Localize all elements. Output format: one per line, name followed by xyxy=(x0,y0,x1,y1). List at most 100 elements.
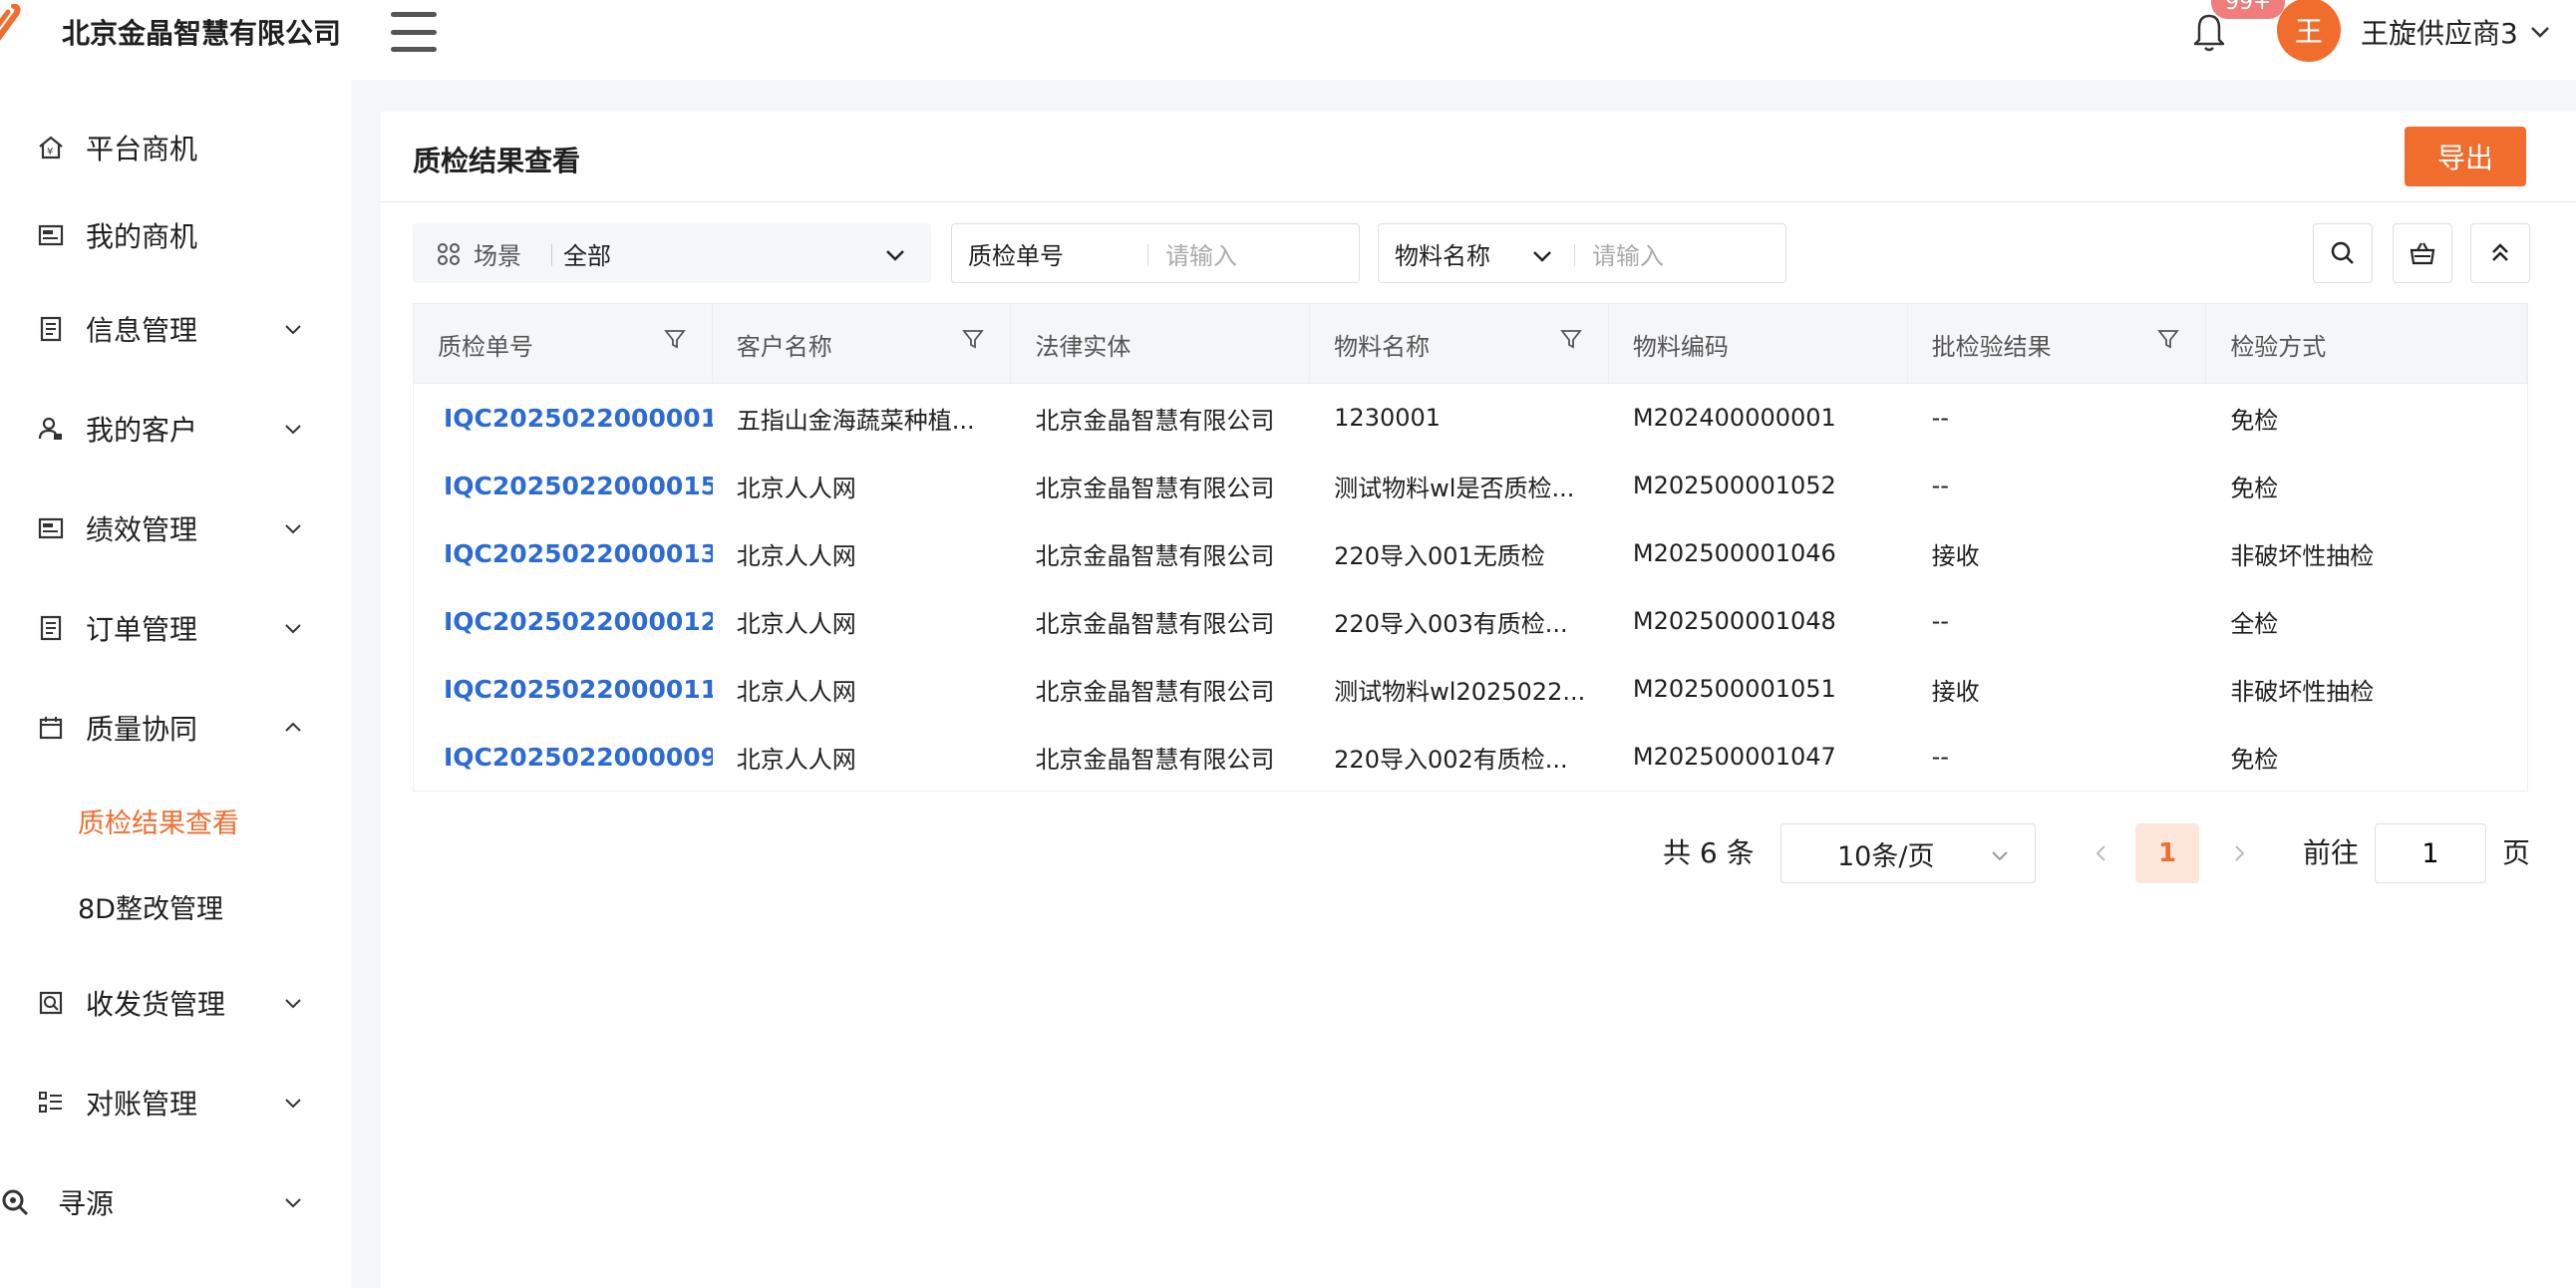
sidebar-item-label: 信息管理 xyxy=(86,314,198,347)
chevron-down-icon xyxy=(285,325,301,335)
user-menu[interactable]: 王旋供应商3 xyxy=(2361,12,2552,52)
chevron-right-icon[interactable] xyxy=(2227,841,2251,865)
sidebar-item-label: 我的商机 xyxy=(86,220,198,253)
material-name-filter[interactable]: 物料名称 请输入 xyxy=(1378,223,1786,283)
search-icon xyxy=(2331,241,2354,264)
chevron-down-icon xyxy=(2530,27,2549,38)
chevron-left-icon[interactable] xyxy=(2090,841,2113,865)
sidebar-item-label: 我的客户 xyxy=(86,414,198,447)
main-card: 质检结果查看 导出 场景 全部 质检单号 请输入 物料名称 请输入 质检单号 客… xyxy=(381,112,2576,1288)
qc-number-link[interactable]: IQC2025022000015 xyxy=(414,452,713,519)
table-cell: -- xyxy=(1931,404,1949,432)
table-cell: 五指山金海蔬菜种植... xyxy=(736,406,975,435)
export-button[interactable]: 导出 xyxy=(2405,127,2526,186)
table-row: IQC2025022000013 北京人人网 北京金晶智慧有限公司 220导入001无… xyxy=(414,519,2527,587)
sidebar-item-reconciliation-management[interactable]: 对账管理 xyxy=(0,1073,351,1132)
chevron-up-icon xyxy=(285,722,301,732)
table-cell: 非破坏性抽检 xyxy=(2230,677,2375,706)
chevron-down-icon xyxy=(285,999,301,1009)
column-header-label: 法律实体 xyxy=(1035,332,1131,361)
column-header-legal-entity: 法律实体 xyxy=(1011,304,1311,384)
goto-page-input[interactable] xyxy=(2375,823,2486,883)
qc-results-table: 质检单号 客户名称 法律实体 物料名称 物料编码 批检验结果 检验方式 IQC2… xyxy=(413,303,2528,792)
page-size-select[interactable]: 10条/页 xyxy=(1780,823,2036,883)
qc-number-filter[interactable]: 质检单号 请输入 xyxy=(951,223,1360,283)
table-cell: 220导入002有质检... xyxy=(1334,745,1568,774)
package-icon xyxy=(39,991,63,1015)
sidebar-item-my-opportunities[interactable]: 我的商机 xyxy=(0,205,351,265)
page-number-current[interactable]: 1 xyxy=(2135,823,2199,883)
chevron-down-icon xyxy=(285,524,301,534)
document-icon xyxy=(40,316,62,342)
sidebar-subitem-qc-results[interactable]: 质检结果查看 xyxy=(78,802,239,840)
column-header-inspection-method: 检验方式 xyxy=(2206,304,2527,384)
qc-number-link[interactable]: IQC2025022000001 xyxy=(414,384,713,452)
filter-icon[interactable] xyxy=(1560,328,1582,350)
table-cell: 北京金晶智慧有限公司 xyxy=(1035,406,1275,435)
divider xyxy=(551,244,552,266)
table-cell: 测试物料wl2025022... xyxy=(1334,677,1586,706)
sidebar-item-platform-opportunities[interactable]: ¥ 平台商机 xyxy=(0,118,351,177)
table-body: IQC2025022000001 五指山金海蔬菜种植... 北京金晶智慧有限公司 12… xyxy=(414,384,2527,791)
filter-icon[interactable] xyxy=(2157,328,2180,350)
document-icon xyxy=(40,615,62,641)
filter-icon[interactable] xyxy=(663,328,686,350)
qc-number-link[interactable]: IQC2025022000011 xyxy=(414,655,713,723)
pagination-total: 共 6 条 xyxy=(1663,836,1755,869)
table-cell: 免检 xyxy=(2230,745,2279,774)
collapse-button[interactable] xyxy=(2470,223,2530,283)
scene-select[interactable]: 场景 全部 xyxy=(413,223,931,283)
svg-text:¥: ¥ xyxy=(47,147,53,158)
qc-number-link[interactable]: IQC2025022000013 xyxy=(414,519,713,587)
sidebar-item-quality-collaboration[interactable]: 质量协同 xyxy=(0,698,351,758)
table-cell: -- xyxy=(1931,743,1949,771)
menu-toggle-icon[interactable] xyxy=(391,12,437,52)
sidebar-item-sourcing[interactable]: 寻源 xyxy=(0,1172,351,1232)
chevron-down-icon xyxy=(285,624,301,634)
table-cell: 北京金晶智慧有限公司 xyxy=(1035,474,1275,502)
table-cell: -- xyxy=(1931,472,1949,499)
clear-button[interactable] xyxy=(2393,223,2452,283)
qc-number-input[interactable]: 请输入 xyxy=(1165,236,1237,271)
search-button[interactable] xyxy=(2313,223,2373,283)
table-cell: 测试物料wl是否质检... xyxy=(1334,474,1575,502)
sidebar-subitem-8d-rectification[interactable]: 8D整改管理 xyxy=(78,887,223,926)
company-logo-icon xyxy=(0,4,21,41)
column-header-material-code: 物料编码 xyxy=(1609,304,1908,384)
sidebar-item-label: 绩效管理 xyxy=(86,513,198,546)
sidebar-item-shipping-management[interactable]: 收发货管理 xyxy=(0,973,351,1033)
column-header-label: 质检单号 xyxy=(438,332,533,361)
table-cell: 北京金晶智慧有限公司 xyxy=(1035,541,1275,570)
double-chevron-up-icon xyxy=(2492,243,2508,261)
table-cell: 北京金晶智慧有限公司 xyxy=(1035,745,1275,774)
table-cell: 1230001 xyxy=(1334,404,1442,432)
table-cell: 北京金晶智慧有限公司 xyxy=(1035,609,1275,638)
sidebar-item-order-management[interactable]: 订单管理 xyxy=(0,598,351,658)
sidebar-item-label: 平台商机 xyxy=(86,133,198,165)
avatar[interactable]: 王 xyxy=(2277,0,2341,62)
page-title: 质检结果查看 xyxy=(413,145,581,177)
column-header-qc-number: 质检单号 xyxy=(414,304,713,384)
sidebar-item-label: 收发货管理 xyxy=(86,988,226,1021)
chevron-down-icon[interactable] xyxy=(1530,244,1554,268)
card-icon xyxy=(38,224,64,246)
qc-number-link[interactable]: IQC2025022000009 xyxy=(414,723,713,791)
user-icon xyxy=(38,417,62,440)
material-field-select[interactable]: 物料名称 xyxy=(1395,236,1490,271)
qc-number-label: 质检单号 xyxy=(968,241,1064,270)
table-cell: M202400000001 xyxy=(1632,404,1836,432)
filter-icon[interactable] xyxy=(962,328,985,350)
material-name-input[interactable]: 请输入 xyxy=(1592,236,1664,271)
company-name: 北京金晶智慧有限公司 xyxy=(62,17,342,50)
chevron-down-icon xyxy=(886,250,904,261)
sidebar-item-my-customers[interactable]: 我的客户 xyxy=(0,399,351,459)
table-header: 质检单号 客户名称 法律实体 物料名称 物料编码 批检验结果 检验方式 xyxy=(414,304,2527,384)
basket-icon xyxy=(2410,242,2435,265)
notification-badge: 99+ xyxy=(2211,0,2286,19)
sidebar-item-info-management[interactable]: 信息管理 xyxy=(0,299,351,359)
sidebar-item-performance-management[interactable]: 绩效管理 xyxy=(0,498,351,558)
divider xyxy=(381,201,2576,202)
table-cell: M202500001047 xyxy=(1632,743,1836,771)
qc-number-link[interactable]: IQC2025022000012 xyxy=(414,587,713,655)
top-bar: 北京金晶智慧有限公司 99+ 王 王旋供应商3 xyxy=(0,0,2576,80)
